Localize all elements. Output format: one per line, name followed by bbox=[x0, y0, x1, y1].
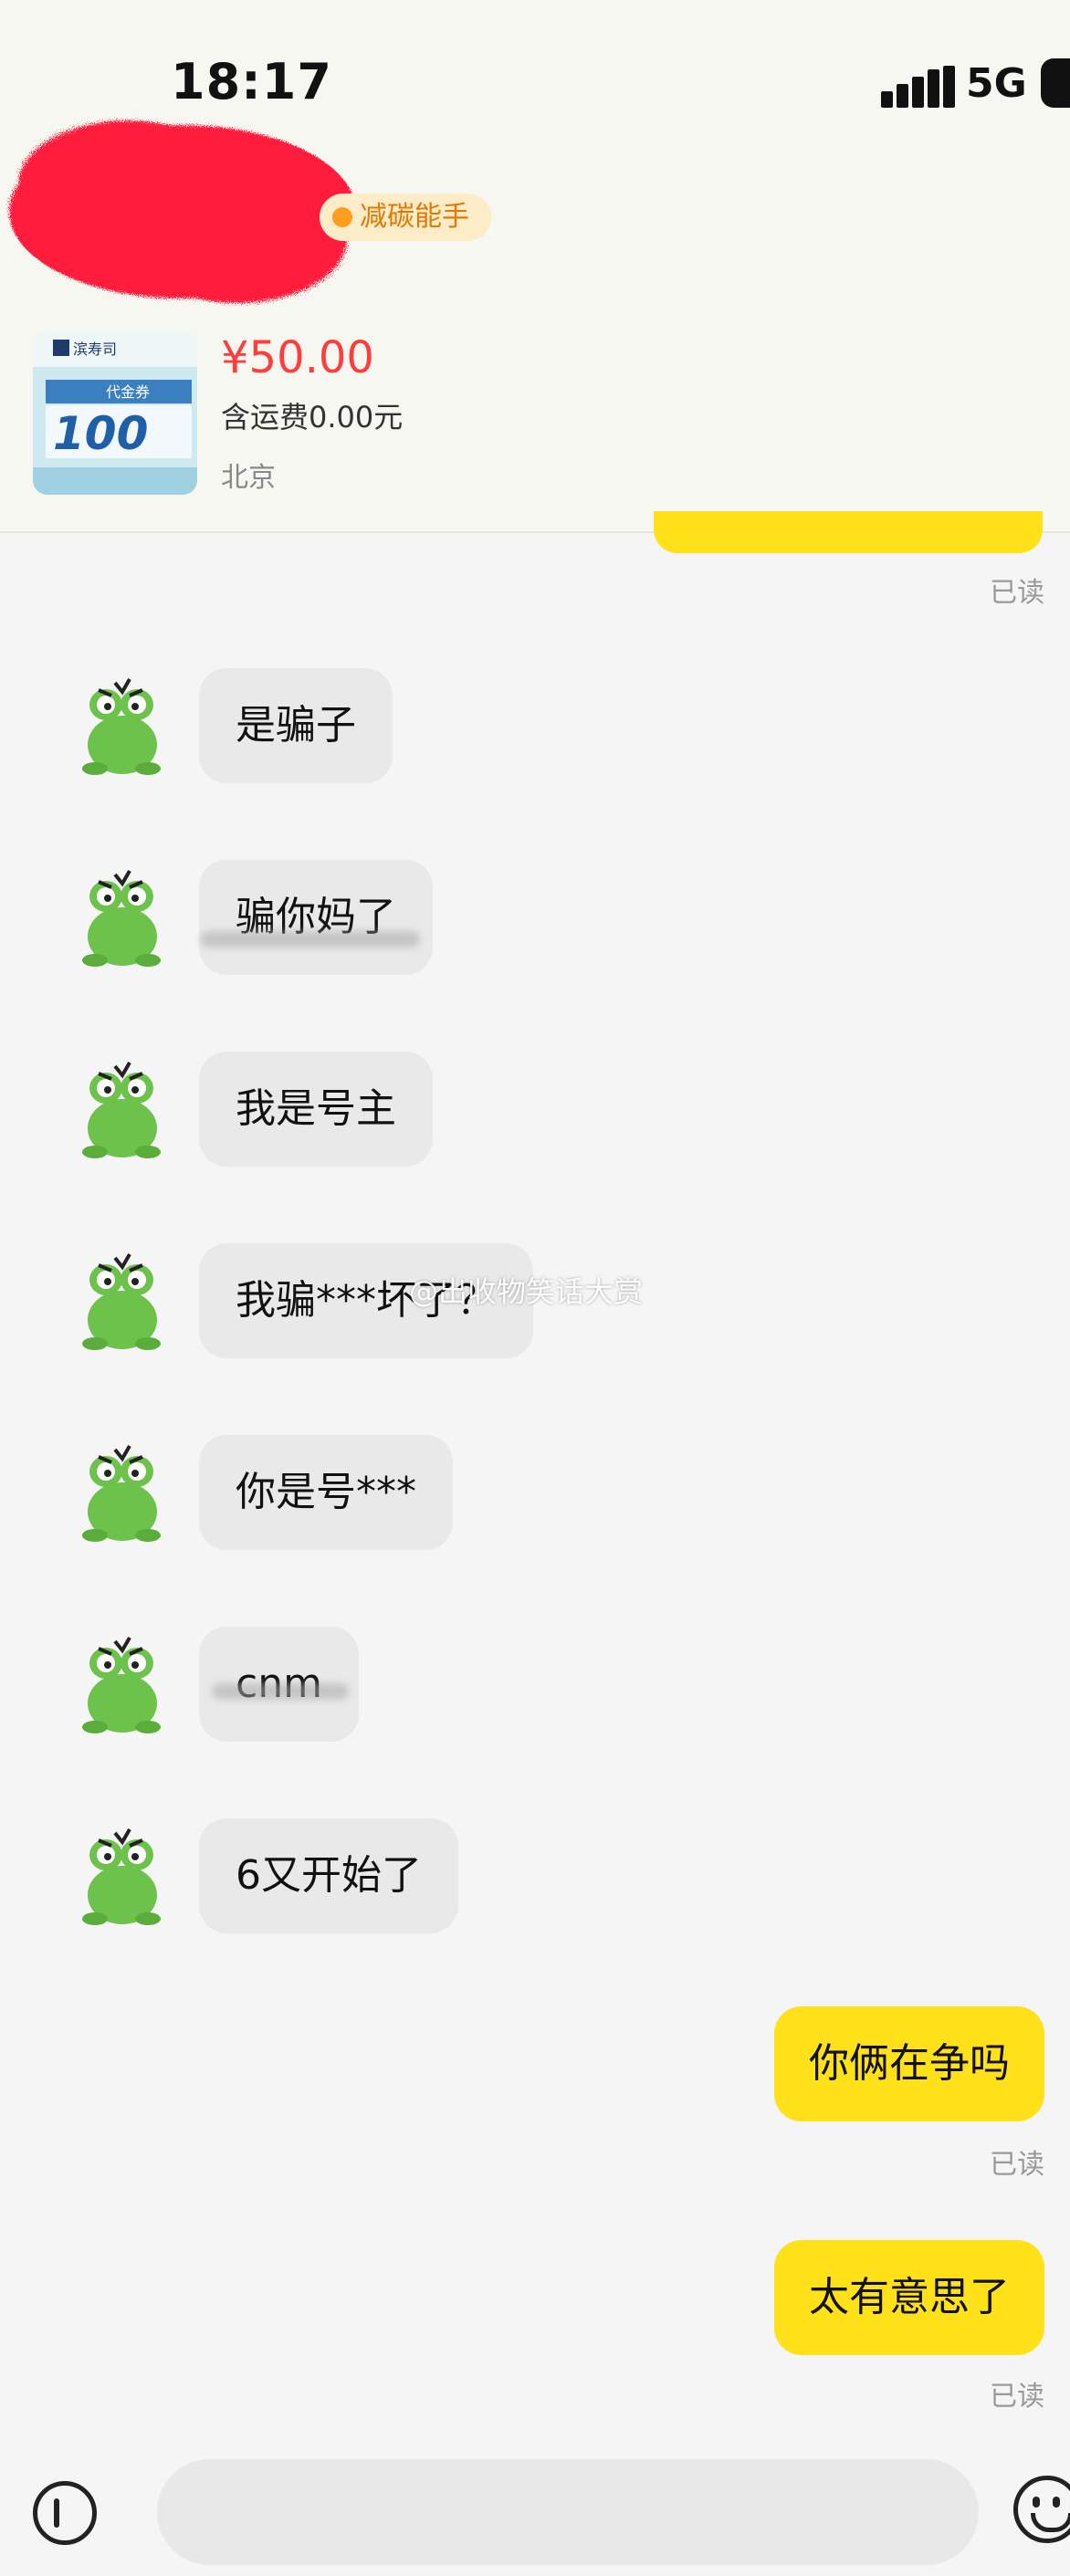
product-location: 北京 bbox=[221, 462, 276, 494]
outgoing-message-bubble[interactable]: 你俩在争吗 bbox=[774, 2006, 1044, 2121]
read-receipt: 已读 bbox=[990, 577, 1044, 609]
frog-avatar-icon[interactable] bbox=[75, 1249, 166, 1355]
message-input[interactable] bbox=[157, 2459, 979, 2565]
message-row: 6又开始了 bbox=[0, 1818, 1070, 1937]
censor-smudge bbox=[201, 931, 420, 948]
battery-icon bbox=[1041, 58, 1070, 108]
message-row: 是骗子 bbox=[0, 668, 1070, 787]
outgoing-message-bubble[interactable]: 太有意思了 bbox=[774, 2240, 1044, 2355]
status-bar: 18:17 5G bbox=[0, 0, 1070, 164]
incoming-message-bubble[interactable]: 我是号主 bbox=[199, 1052, 433, 1167]
eco-badge: 减碳能手 bbox=[320, 194, 491, 241]
frog-avatar-icon[interactable] bbox=[75, 1440, 166, 1546]
message-row: 骗你妈了 bbox=[0, 860, 1070, 979]
incoming-message-bubble[interactable]: 是骗子 bbox=[199, 668, 393, 783]
censor-smudge bbox=[212, 1683, 349, 1700]
product-price: ¥50.00 bbox=[221, 332, 374, 383]
voice-input-button[interactable] bbox=[33, 2481, 97, 2545]
emoji-icon[interactable] bbox=[1013, 2476, 1070, 2543]
thumb-brand: 滨寿司 bbox=[73, 340, 117, 358]
badge-label: 减碳能手 bbox=[360, 201, 469, 233]
product-shipping: 含运费0.00元 bbox=[221, 400, 404, 435]
previous-outgoing-bubble[interactable] bbox=[654, 511, 1043, 553]
frog-avatar-icon[interactable] bbox=[75, 1057, 166, 1163]
read-receipt: 已读 bbox=[990, 2381, 1044, 2413]
message-row: 你是号*** bbox=[0, 1435, 1070, 1554]
message-row: cnm bbox=[0, 1627, 1070, 1745]
frog-avatar-icon[interactable] bbox=[75, 1824, 166, 1930]
frog-avatar-icon[interactable] bbox=[75, 1632, 166, 1738]
incoming-message-bubble[interactable]: 6又开始了 bbox=[199, 1818, 458, 1933]
thumb-label: 代金券 bbox=[106, 383, 150, 401]
read-receipt: 已读 bbox=[990, 2149, 1044, 2181]
frog-avatar-icon[interactable] bbox=[75, 674, 166, 780]
frog-avatar-icon[interactable] bbox=[75, 865, 166, 971]
input-bar bbox=[0, 2435, 1070, 2576]
thumb-value: 100 bbox=[53, 407, 148, 460]
product-thumbnail[interactable]: 滨寿司 代金券 100 bbox=[33, 330, 197, 495]
status-time: 18:17 bbox=[171, 53, 332, 110]
incoming-message-bubble[interactable]: 你是号*** bbox=[199, 1435, 453, 1550]
voucher-image: 滨寿司 代金券 100 bbox=[33, 330, 197, 495]
message-row: 我是号主 bbox=[0, 1052, 1070, 1170]
weibo-watermark: @出收物笑话大赏 bbox=[409, 1274, 644, 1309]
signal-icon bbox=[881, 66, 956, 108]
incoming-message-bubble[interactable]: 骗你妈了 bbox=[199, 860, 433, 975]
badge-leaf-icon bbox=[332, 207, 352, 227]
network-type: 5G bbox=[966, 60, 1027, 107]
